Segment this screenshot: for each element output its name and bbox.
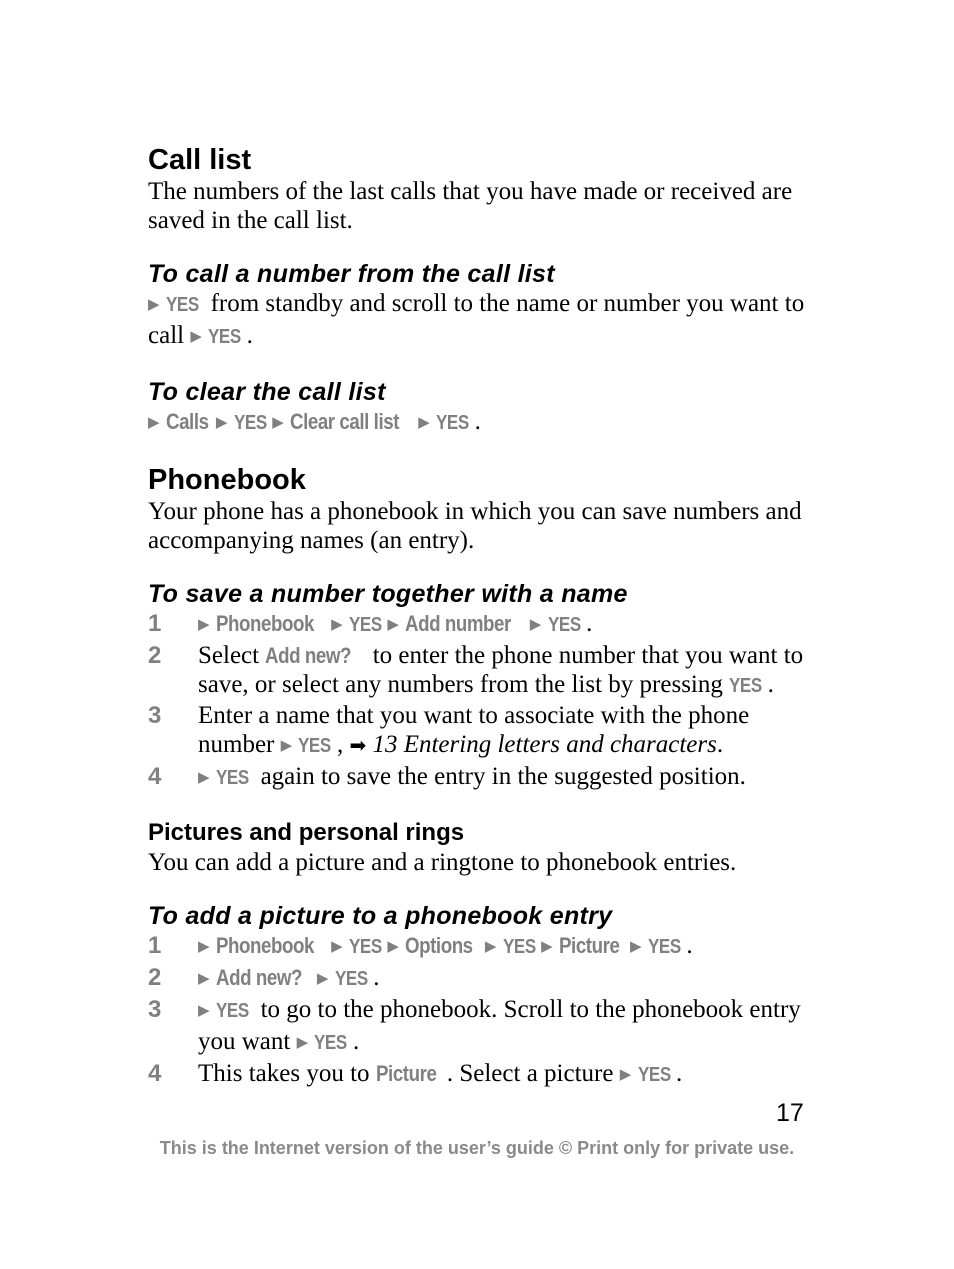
- menu-arrow-icon: ▶: [215, 413, 228, 431]
- step-item: 3 ▶ YES to go to the phonebook. Scroll t…: [148, 995, 808, 1059]
- menu-arrow-icon: ▶: [148, 413, 160, 431]
- menu-arrow-icon: ▶: [630, 937, 642, 955]
- clear-call-list-path: ▶ Calls ▶ YES ▶ Clear call list ▶ YES.: [148, 407, 808, 439]
- subsection-title-clear-call-list: To clear the call list: [148, 378, 386, 406]
- key-yes: YES: [233, 412, 267, 434]
- key-yes: YES: [647, 936, 681, 958]
- right-arrow-reference-icon: ➡: [349, 733, 367, 757]
- step-item: 3 Enter a name that you want to associat…: [148, 701, 808, 762]
- key-yes: YES: [348, 614, 382, 636]
- menu-item-phonebook: Phonebook: [215, 933, 314, 958]
- cross-reference-link[interactable]: 13 Entering letters and characters: [372, 731, 716, 758]
- page-number: 17: [776, 1099, 804, 1127]
- step-number: 3: [148, 702, 162, 729]
- key-yes: YES: [314, 1032, 348, 1054]
- menu-arrow-icon: ▶: [272, 413, 284, 431]
- key-yes: YES: [298, 735, 332, 757]
- key-yes: YES: [165, 294, 199, 316]
- menu-arrow-icon: ▶: [316, 969, 329, 987]
- step-number: 2: [148, 964, 162, 991]
- step-item: 1 ▶ Phonebook ▶ YES ▶ Add number ▶ YES.: [148, 609, 808, 641]
- subsection-title-add-picture: To add a picture to a phonebook entry: [148, 902, 613, 930]
- menu-item-clear-call-list: Clear call list: [290, 409, 400, 434]
- menu-item-picture: Picture: [558, 933, 620, 958]
- menu-arrow-icon: ▶: [387, 615, 399, 633]
- call-list-intro: The numbers of the last calls that you h…: [148, 178, 793, 234]
- subsection-title-save-number: To save a number together with a name: [148, 580, 628, 608]
- step-item: 4 This takes you to Picture. Select a pi…: [148, 1059, 808, 1091]
- step-number: 2: [148, 642, 162, 669]
- menu-arrow-icon: ▶: [331, 615, 343, 633]
- menu-arrow-icon: ▶: [331, 937, 343, 955]
- menu-item-add-number: Add number: [405, 611, 512, 636]
- section-title-call-list: Call list: [148, 144, 252, 176]
- menu-arrow-icon: ▶: [418, 413, 430, 431]
- menu-arrow-icon: ▶: [619, 1065, 632, 1083]
- key-yes: YES: [215, 767, 249, 789]
- step-item: 4 ▶ YES again to save the entry in the s…: [148, 762, 808, 794]
- step-item: 1 ▶ Phonebook ▶ YES ▶ Options ▶ YES ▶ Pictur…: [148, 931, 808, 963]
- key-yes: YES: [502, 936, 536, 958]
- menu-item-options: Options: [405, 933, 473, 958]
- subsection-title-call-number: To call a number from the call list: [148, 260, 555, 288]
- menu-item-phonebook: Phonebook: [215, 611, 314, 636]
- key-yes: YES: [208, 326, 241, 348]
- menu-arrow-icon: ▶: [387, 937, 399, 955]
- menu-arrow-icon: ▶: [198, 615, 210, 633]
- phonebook-intro: Your phone has a phonebook in which you …: [148, 498, 802, 554]
- call-number-instructions: ▶ YES from standby and scroll to the nam…: [148, 289, 808, 353]
- key-yes: YES: [729, 675, 762, 697]
- menu-arrow-icon: ▶: [148, 295, 160, 313]
- step-number: 4: [148, 1060, 162, 1087]
- page-content: Call list The numbers of the last calls …: [148, 143, 808, 1091]
- step-item: 2 Select Add new? to enter the phone num…: [148, 641, 808, 701]
- menu-item-add-new: Add new?: [215, 965, 302, 990]
- menu-arrow-icon: ▶: [198, 1001, 210, 1019]
- footer-notice: This is the Internet version of the user…: [159, 1138, 795, 1158]
- key-yes: YES: [547, 614, 581, 636]
- menu-arrow-icon: ▶: [541, 937, 553, 955]
- menu-item-picture: Picture: [375, 1061, 437, 1086]
- step-number: 3: [148, 996, 162, 1023]
- menu-arrow-icon: ▶: [198, 768, 210, 786]
- section-title-phonebook: Phonebook: [148, 464, 306, 496]
- key-yes: YES: [215, 1000, 249, 1022]
- key-yes: YES: [637, 1064, 671, 1086]
- pictures-intro: You can add a picture and a ringtone to …: [148, 849, 737, 876]
- key-yes: YES: [436, 412, 469, 434]
- menu-arrow-icon: ▶: [280, 736, 293, 754]
- add-picture-steps: 1 ▶ Phonebook ▶ YES ▶ Options ▶ YES ▶ Pictur…: [148, 931, 808, 1091]
- menu-arrow-icon: ▶: [296, 1033, 309, 1051]
- section-title-pictures-rings: Pictures and personal rings: [148, 819, 465, 846]
- menu-arrow-icon: ▶: [198, 969, 210, 987]
- menu-arrow-icon: ▶: [484, 937, 497, 955]
- save-number-steps: 1 ▶ Phonebook ▶ YES ▶ Add number ▶ YES. 2 S…: [148, 609, 808, 794]
- key-yes: YES: [348, 936, 382, 958]
- menu-arrow-icon: ▶: [529, 615, 542, 633]
- menu-item-add-new: Add new?: [265, 643, 352, 668]
- step-number: 4: [148, 763, 162, 790]
- menu-arrow-icon: ▶: [198, 937, 210, 955]
- key-yes: YES: [334, 968, 368, 990]
- step-item: 2 ▶ Add new? ▶ YES.: [148, 963, 808, 995]
- step-number: 1: [148, 932, 162, 959]
- step-number: 1: [148, 610, 162, 637]
- menu-arrow-icon: ▶: [190, 327, 202, 345]
- menu-item-calls: Calls: [165, 409, 209, 434]
